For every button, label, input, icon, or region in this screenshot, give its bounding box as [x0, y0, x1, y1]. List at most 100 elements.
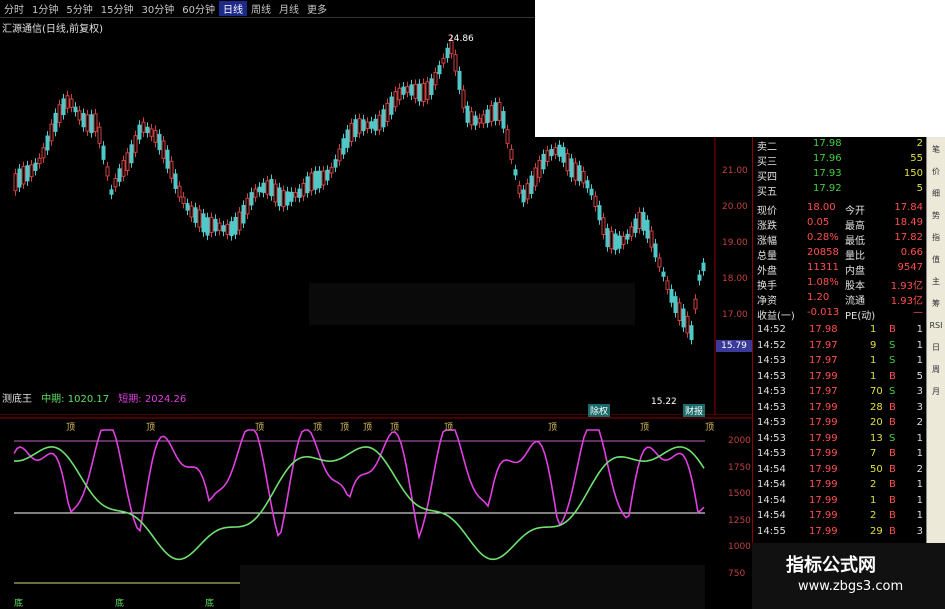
tick-side: S	[889, 339, 896, 351]
tick-row: 14:53 17.99 28 B 3	[755, 401, 925, 417]
tick-side: B	[889, 463, 896, 475]
tick-count: 1	[916, 448, 923, 459]
top-signal-mark: 顶	[255, 423, 265, 433]
stat-value: 20858	[807, 247, 839, 258]
tick-price: 17.99	[809, 479, 838, 490]
tick-row: 14:54 17.99 2 B 1	[755, 478, 925, 494]
tick-volume: 2	[870, 510, 877, 521]
top-signal-mark: 顶	[390, 423, 400, 433]
tick-side: B	[889, 510, 896, 521]
stat-label: 最高	[845, 221, 865, 232]
order-level-label: 卖二	[757, 142, 777, 153]
tick-row: 14:53 17.99 13 S 1	[755, 432, 925, 448]
tick-side: S	[889, 355, 896, 366]
tick-time: 14:55	[757, 525, 786, 537]
side-tool-button[interactable]: RSI	[929, 319, 943, 333]
tick-count: 2	[916, 463, 923, 475]
tick-time: 14:53	[757, 355, 786, 366]
stat-label: 换手	[757, 281, 777, 292]
order-price: 17.96	[813, 153, 842, 164]
stat-row: 收益(一) -0.013 PE(动) —	[755, 306, 925, 322]
stat-value: 18.49	[894, 217, 923, 228]
bottom-signal-mark: 底	[115, 599, 125, 609]
tick-row: 14:53 17.97 70 S 3	[755, 385, 925, 401]
top-signal-mark: 顶	[548, 423, 558, 433]
tick-count: 1	[916, 432, 923, 444]
tick-time: 14:54	[757, 463, 786, 475]
tick-side: B	[889, 494, 896, 506]
side-tool-button[interactable]: 周	[929, 363, 943, 377]
top-signal-mark: 顶	[444, 423, 454, 433]
stat-value: 17.84	[894, 202, 923, 213]
order-level-label: 买三	[757, 157, 777, 168]
tick-price: 17.99	[809, 432, 838, 444]
order-book-row: 卖二 17.98 2	[755, 137, 925, 153]
indicator-axis-tick: 1750	[728, 462, 751, 473]
tick-count: 3	[916, 386, 923, 397]
tick-count: 1	[916, 355, 923, 366]
side-tool-button[interactable]: 细	[929, 187, 943, 201]
tick-count: 3	[916, 401, 923, 413]
tick-row: 14:55 17.99 29 B 3	[755, 525, 925, 541]
indicator-axis-tick: 1000	[728, 542, 751, 552]
tick-count: 1	[916, 339, 923, 351]
tick-side: B	[889, 525, 896, 537]
side-tool-button[interactable]: 价	[929, 165, 943, 179]
quote-panel: 卖二 17.98 2 买三 17.96 55 买四 17.93 150 买五 17.92 5 现价 18.…	[752, 137, 926, 609]
side-tool-button[interactable]: 指	[929, 231, 943, 245]
stat-label: 总量	[757, 251, 777, 262]
side-tool-button[interactable]: 主	[929, 275, 943, 289]
report-tag[interactable]: 财报	[683, 404, 706, 417]
tick-row: 14:53 17.99 7 B 1	[755, 447, 925, 463]
side-tool-button[interactable]: 日	[929, 341, 943, 355]
tick-time: 14:54	[757, 510, 786, 521]
indicator-header: 测底王 中期: 1020.17 短期: 2024.26	[2, 390, 186, 405]
stat-label: 现价	[757, 206, 777, 217]
order-level-label: 买四	[757, 172, 777, 183]
stat-row: 涨跌 0.05 最高 18.49	[755, 216, 925, 232]
candlestick-chart[interactable]	[0, 0, 752, 415]
side-tool-button[interactable]: 值	[929, 253, 943, 267]
tick-price: 17.99	[809, 417, 838, 428]
side-tool-button[interactable]: 月	[929, 385, 943, 399]
stat-row: 涨幅 0.28% 最低 17.82	[755, 231, 925, 247]
tick-price: 17.97	[809, 386, 838, 397]
tick-side: B	[889, 448, 896, 459]
stat-value: 11311	[807, 262, 839, 273]
side-tool-button[interactable]: 笔	[929, 143, 943, 157]
tick-row: 14:54 17.99 1 B 1	[755, 494, 925, 510]
tick-side: S	[889, 432, 896, 444]
order-price: 17.93	[813, 168, 842, 179]
order-level-label: 买五	[757, 187, 777, 198]
tick-price: 17.99	[809, 401, 838, 413]
watermark-title: 指标公式网	[786, 555, 876, 576]
stat-label: 今开	[845, 206, 865, 217]
current-price-box: 15.79	[716, 340, 752, 352]
order-volume: 5	[916, 183, 923, 194]
short-value: 2024.26	[144, 394, 187, 405]
tick-volume: 7	[870, 448, 877, 459]
right-toolbar: 笔价细势指值主筹 RSI 日周月	[926, 137, 945, 609]
tick-side: S	[889, 386, 896, 397]
tick-time: 14:53	[757, 386, 786, 397]
stat-value: 1.20	[807, 292, 830, 303]
tick-side: B	[889, 401, 896, 413]
tick-time: 14:52	[757, 324, 786, 335]
mid-label: 中期:	[41, 394, 65, 405]
tick-side: B	[889, 370, 896, 382]
tick-time: 14:52	[757, 339, 786, 351]
side-tool-button[interactable]: 势	[929, 209, 943, 223]
tick-volume: 13	[870, 432, 883, 444]
tick-row: 14:53 17.97 1 S 1	[755, 354, 925, 370]
indicator-axis-tick: 1500	[728, 489, 751, 499]
watermark: 指标公式网 www.zbgs3.com	[752, 543, 945, 609]
ex-rights-tag[interactable]: 除权	[588, 404, 611, 417]
tick-price: 17.99	[809, 448, 838, 459]
tick-count: 1	[916, 494, 923, 506]
tick-time: 14:53	[757, 448, 786, 459]
side-tool-button[interactable]: 筹	[929, 297, 943, 311]
tick-count: 3	[916, 525, 923, 537]
indicator-axis-tick: 1250	[728, 515, 751, 526]
tick-row: 14:54 17.99 2 B 1	[755, 509, 925, 525]
tick-row: 14:52 17.97 9 S 1	[755, 339, 925, 355]
